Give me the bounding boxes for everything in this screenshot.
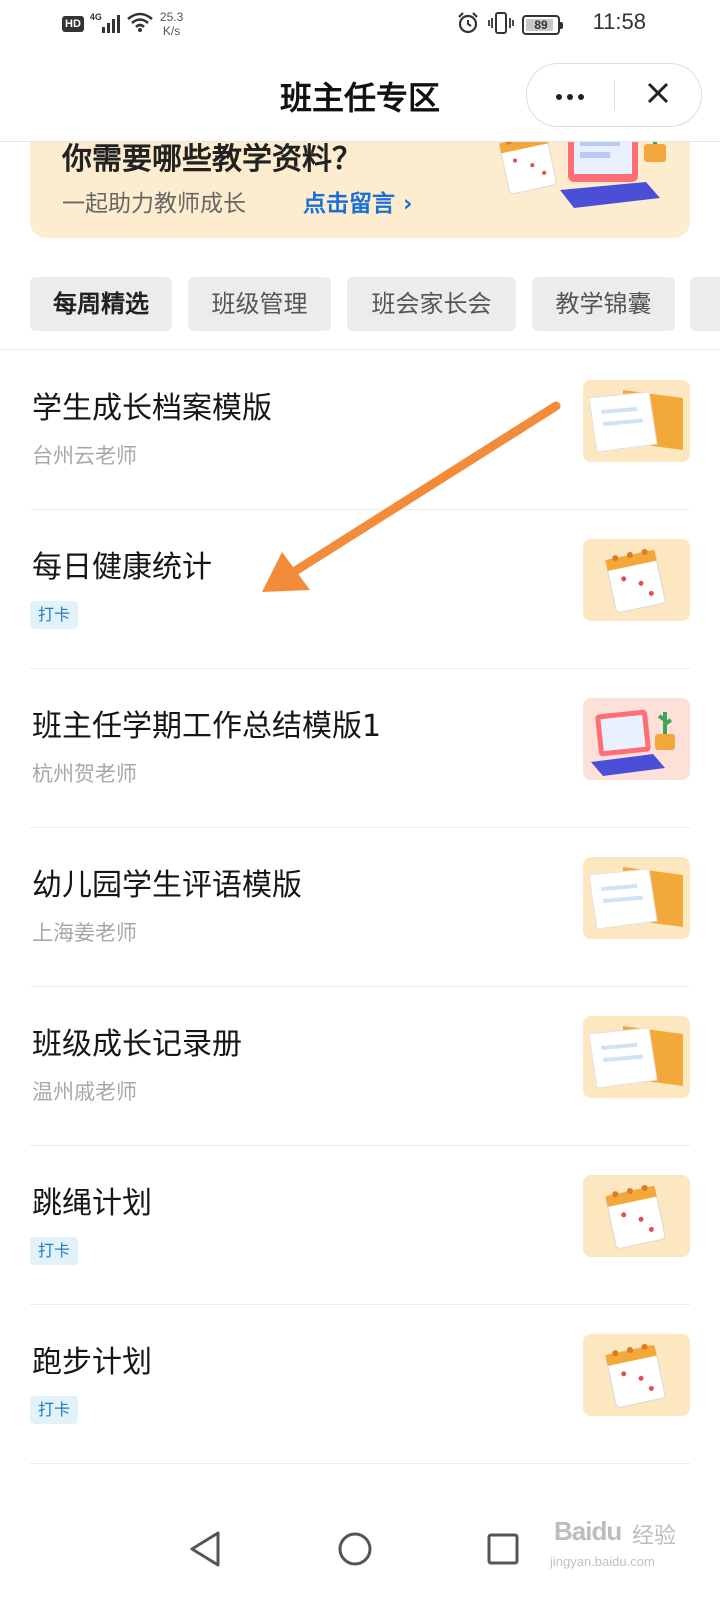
item-title: 幼儿园学生评语模版 (32, 868, 302, 903)
checkin-tag: 打卡 (30, 1396, 79, 1424)
item-author: 台州云老师 (32, 444, 137, 468)
calendar-thumb (583, 539, 690, 621)
item-title: 班主任学期工作总结模版1 (32, 709, 382, 744)
tab-teaching-tips[interactable]: 教学锦囊 (532, 277, 675, 331)
watermark-url: jingyan.baidu.com (550, 1554, 655, 1569)
watermark-text: 经验 (632, 1524, 677, 1549)
status-right: 89 (456, 11, 563, 39)
document-thumb (583, 1016, 690, 1098)
recents-icon[interactable] (486, 1530, 520, 1572)
item-author: 上海姜老师 (32, 921, 137, 945)
calendar-thumb (583, 1175, 690, 1257)
category-tabs: 每周精选 班级管理 班会家长会 教学锦囊 (30, 277, 720, 331)
item-title: 班级成长记录册 (32, 1027, 242, 1062)
net-speed-unit: K/s (162, 24, 181, 38)
document-thumb (583, 857, 690, 939)
tab-label: 班会家长会 (371, 290, 492, 318)
tab-class-parent-meeting[interactable]: 班会家长会 (347, 277, 516, 331)
item-title: 学生成长档案模版 (32, 391, 272, 426)
hd-badge: HD (62, 16, 84, 32)
tab-weekly-picks[interactable]: 每周精选 (30, 277, 172, 331)
home-icon[interactable] (336, 1530, 374, 1572)
battery-level: 89 (534, 18, 548, 32)
net-speed-value: 25.3 (159, 10, 184, 24)
item-title: 跑步计划 (32, 1345, 152, 1380)
tab-more-partial[interactable] (690, 277, 720, 331)
tab-label: 教学锦囊 (555, 290, 652, 318)
list-item[interactable]: 每日健康统计 打卡 (30, 509, 690, 669)
status-bar: HD 4G 25.3 K/s 89 11:58 (0, 0, 720, 48)
item-title: 跳绳计划 (32, 1186, 152, 1221)
row-divider (30, 1463, 690, 1464)
list-item[interactable]: 跳绳计划 打卡 (30, 1145, 690, 1305)
calendar-thumb (583, 1334, 690, 1416)
wifi-icon (126, 11, 154, 37)
net-speed: 25.3 K/s (160, 10, 183, 38)
clock: 11:58 (592, 9, 646, 34)
close-button[interactable] (615, 64, 702, 126)
back-icon[interactable] (188, 1530, 222, 1572)
vibrate-icon (488, 11, 514, 39)
banner-link[interactable]: 点击留言 › (303, 184, 413, 218)
tab-label: 每周精选 (53, 290, 149, 318)
document-thumb (583, 380, 690, 462)
more-dots-icon (555, 86, 585, 105)
laptop-thumb (583, 698, 690, 780)
watermark-logo: Baidu (554, 1516, 622, 1546)
close-icon (647, 82, 669, 108)
list-item[interactable]: 跑步计划 打卡 (30, 1304, 690, 1464)
item-author: 杭州贺老师 (32, 762, 137, 786)
list-item[interactable]: 班级成长记录册 温州戚老师 (30, 986, 690, 1146)
status-left: HD 4G 25.3 K/s (62, 10, 183, 38)
checkin-tag: 打卡 (30, 1237, 79, 1265)
banner-subtitle: 一起助力教师成长 (62, 191, 246, 217)
mini-program-capsule (526, 63, 702, 127)
item-title: 每日健康统计 (32, 550, 212, 585)
signal-icon: 4G (90, 12, 120, 35)
checkin-tag: 打卡 (30, 601, 79, 629)
more-button[interactable] (527, 64, 614, 126)
alarm-icon (456, 11, 480, 39)
item-author: 温州戚老师 (32, 1080, 137, 1104)
baidu-jingyan-watermark: Baidu 经验 jingyan.baidu.com (544, 1510, 684, 1590)
tab-label: 班级管理 (211, 290, 308, 318)
chevron-right-icon: › (403, 191, 413, 217)
list-item[interactable]: 班主任学期工作总结模版1 杭州贺老师 (30, 668, 690, 828)
nav-bar: 班主任专区 (0, 48, 720, 142)
list-item[interactable]: 学生成长档案模版 台州云老师 (30, 350, 690, 510)
tab-class-management[interactable]: 班级管理 (188, 277, 331, 331)
banner-link-label: 点击留言 (303, 191, 395, 217)
list-item[interactable]: 幼儿园学生评语模版 上海姜老师 (30, 827, 690, 987)
battery-icon: 89 (522, 15, 563, 35)
